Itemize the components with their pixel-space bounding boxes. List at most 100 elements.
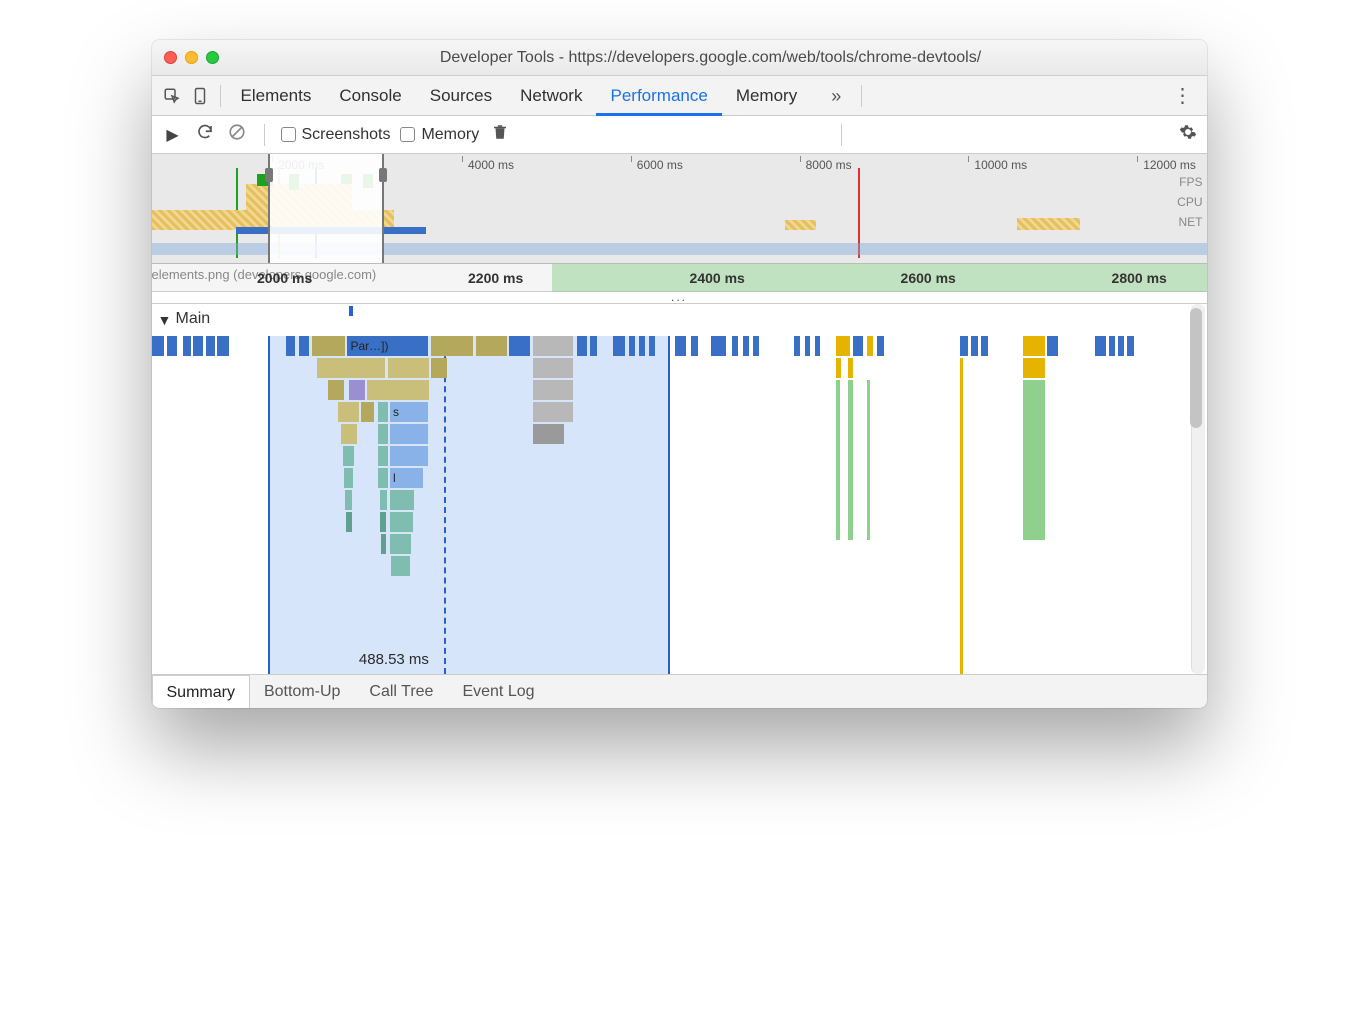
flame-slice[interactable] (343, 446, 353, 466)
flame-slice[interactable] (848, 380, 852, 540)
minimize-button[interactable] (185, 51, 198, 64)
flame-slice[interactable] (836, 380, 840, 540)
flame-slice[interactable] (1023, 336, 1046, 356)
flame-slice-l[interactable]: l (390, 468, 423, 488)
flame-slice[interactable] (341, 424, 357, 444)
reload-button[interactable] (194, 123, 216, 146)
flame-slice[interactable] (836, 336, 851, 356)
clear-button[interactable] (226, 123, 248, 146)
settings-gear-icon[interactable] (1179, 123, 1197, 146)
screenshots-checkbox[interactable]: Screenshots (281, 126, 391, 144)
flame-slice[interactable] (390, 424, 428, 444)
flame-slice[interactable] (639, 336, 645, 356)
time-cursor[interactable] (444, 336, 446, 674)
flame-slice[interactable] (533, 358, 572, 378)
flame-slice[interactable] (1118, 336, 1124, 356)
overview-selection[interactable] (268, 154, 384, 263)
flame-slice[interactable] (1047, 336, 1057, 356)
flame-slice[interactable] (533, 424, 564, 444)
flame-slice[interactable] (1095, 336, 1105, 356)
device-toggle-icon[interactable] (186, 82, 214, 110)
tab-sources[interactable]: Sources (416, 76, 506, 116)
flame-slice[interactable] (349, 380, 366, 400)
flame-slice[interactable] (378, 468, 388, 488)
flame-slice[interactable] (533, 380, 572, 400)
flame-slice[interactable] (378, 446, 388, 466)
flame-slice[interactable] (533, 336, 572, 356)
scrollbar[interactable] (1191, 304, 1205, 674)
flame-slice[interactable] (152, 336, 164, 356)
overview-timeline[interactable]: 2000 ms 4000 ms 6000 ms 8000 ms 10000 ms… (152, 154, 1207, 264)
flame-slice[interactable] (877, 336, 883, 356)
flame-slice[interactable] (675, 336, 685, 356)
flame-slice[interactable] (1023, 358, 1046, 378)
flame-slice[interactable] (1127, 336, 1133, 356)
flame-slice[interactable] (613, 336, 625, 356)
flame-slice[interactable] (971, 336, 978, 356)
flame-slice[interactable] (629, 336, 635, 356)
flame-slice[interactable] (378, 402, 388, 422)
flame-slice[interactable] (753, 336, 759, 356)
kebab-menu-icon[interactable]: ⋮ (1165, 83, 1201, 108)
flame-slice[interactable] (960, 336, 967, 356)
tab-memory[interactable]: Memory (722, 76, 811, 116)
zoom-ruler[interactable]: elements.png (developers.google.com) 200… (152, 264, 1207, 292)
tab-network[interactable]: Network (506, 76, 596, 116)
flame-slice[interactable] (378, 424, 388, 444)
inspect-icon[interactable] (158, 82, 186, 110)
flame-slice[interactable] (476, 336, 507, 356)
flame-slice[interactable] (299, 336, 309, 356)
close-button[interactable] (164, 51, 177, 64)
trash-button[interactable] (489, 123, 511, 146)
flame-slice-s[interactable]: s (390, 402, 428, 422)
record-button[interactable]: ▶ (162, 125, 184, 145)
flame-slice[interactable] (732, 336, 738, 356)
flame-slice[interactable] (743, 336, 749, 356)
flame-slice[interactable] (981, 336, 988, 356)
flame-slice[interactable] (388, 358, 429, 378)
tab-summary[interactable]: Summary (152, 675, 250, 708)
flame-slice[interactable] (853, 336, 863, 356)
flame-slice[interactable] (431, 358, 447, 378)
flame-slice[interactable] (390, 512, 413, 532)
tab-console[interactable]: Console (325, 76, 415, 116)
flame-slice[interactable] (1023, 380, 1046, 540)
flame-slice[interactable] (361, 402, 374, 422)
flame-slice[interactable] (206, 336, 214, 356)
flame-slice[interactable] (848, 358, 852, 378)
flame-slice[interactable] (390, 534, 411, 554)
flame-slice[interactable] (312, 336, 345, 356)
flame-slice[interactable] (346, 512, 351, 532)
flame-slice[interactable] (345, 490, 351, 510)
flame-slice[interactable] (391, 556, 410, 576)
flame-slice[interactable] (390, 490, 414, 510)
flame-slice[interactable] (167, 336, 177, 356)
flame-slice[interactable] (867, 380, 870, 540)
flame-slice[interactable] (509, 336, 530, 356)
flame-slice[interactable] (344, 468, 352, 488)
tab-event-log[interactable]: Event Log (448, 675, 549, 708)
tab-call-tree[interactable]: Call Tree (355, 675, 448, 708)
tabs-overflow[interactable]: » (817, 76, 855, 116)
flame-slice[interactable] (649, 336, 655, 356)
flame-slice[interactable] (328, 380, 345, 400)
main-thread[interactable]: ▼ Main 488.53 ms Par…]) (152, 304, 1207, 674)
flame-slice[interactable] (183, 336, 191, 356)
flame-slice[interactable] (380, 512, 386, 532)
flame-slice[interactable] (590, 336, 597, 356)
maximize-button[interactable] (206, 51, 219, 64)
flame-slice[interactable] (805, 336, 810, 356)
flame-slice[interactable] (380, 490, 387, 510)
overview-handle-left[interactable] (265, 168, 273, 182)
flame-slice[interactable] (960, 358, 963, 674)
flame-slice[interactable] (338, 402, 359, 422)
flame-slice[interactable] (286, 336, 294, 356)
flame-slice[interactable] (577, 336, 587, 356)
flame-slice[interactable] (711, 336, 726, 356)
flame-slice[interactable] (193, 336, 203, 356)
flame-slice[interactable] (533, 402, 572, 422)
main-caret-icon[interactable]: ▼ (158, 312, 172, 328)
tab-elements[interactable]: Elements (227, 76, 326, 116)
tab-bottom-up[interactable]: Bottom-Up (250, 675, 355, 708)
flame-slice[interactable] (317, 358, 384, 378)
